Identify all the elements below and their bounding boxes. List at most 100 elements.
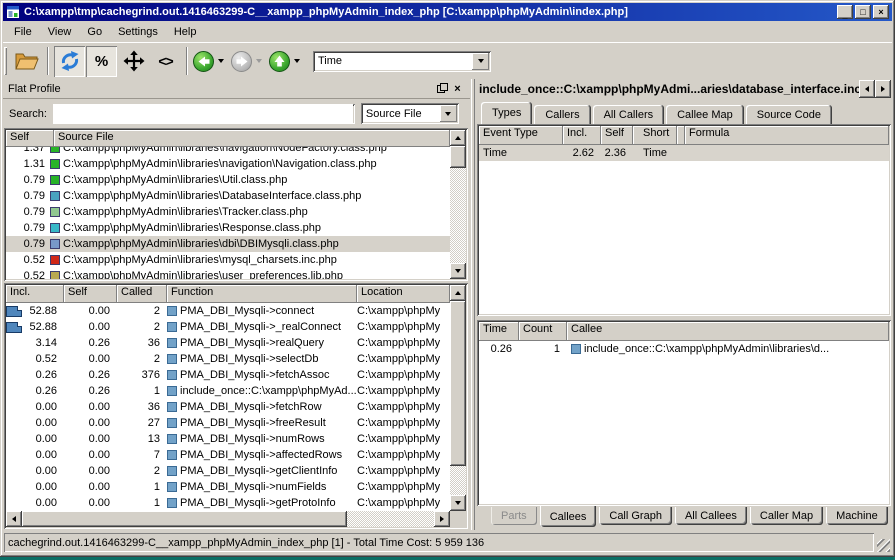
list-item-selected[interactable]: 0.79C:\xampp\phpMyAdmin\libraries\dbi\DB… bbox=[6, 236, 450, 252]
relative-to-parent-button[interactable] bbox=[118, 46, 149, 77]
scroll-left-button[interactable] bbox=[6, 511, 22, 527]
list-item[interactable]: 0.52C:\xampp\phpMyAdmin\libraries\mysql_… bbox=[6, 252, 450, 268]
scroll-up-button[interactable] bbox=[450, 130, 466, 146]
up-button[interactable] bbox=[269, 51, 290, 72]
maximize-button[interactable]: □ bbox=[855, 5, 871, 19]
table-row[interactable]: 0.260.261 include_once::C:\xampp\phpMyAd… bbox=[6, 383, 450, 399]
tab-callees[interactable]: Callees bbox=[540, 506, 597, 527]
menu-settings[interactable]: Settings bbox=[110, 23, 166, 41]
tab-all-callers[interactable]: All Callers bbox=[593, 105, 665, 124]
column-header-self[interactable]: Self bbox=[64, 285, 117, 303]
table-row[interactable]: 0.000.0027 PMA_DBI_Mysqli->freeResult C:… bbox=[6, 415, 450, 431]
table-row[interactable]: 0.000.002 PMA_DBI_Mysqli->getClientInfo … bbox=[6, 463, 450, 479]
tab-scroll-left-button[interactable] bbox=[859, 80, 875, 98]
search-label: Search: bbox=[9, 108, 47, 120]
column-header-event-type[interactable]: Event Type bbox=[479, 126, 563, 145]
search-input[interactable] bbox=[53, 104, 353, 124]
back-button[interactable] bbox=[193, 51, 214, 72]
list-item[interactable]: 0.79C:\xampp\phpMyAdmin\libraries\Databa… bbox=[6, 188, 450, 204]
grouping-combo[interactable]: Source File bbox=[361, 103, 459, 124]
column-header-incl[interactable]: Incl. bbox=[563, 126, 601, 145]
list-item[interactable]: 0.79C:\xampp\phpMyAdmin\libraries\Tracke… bbox=[6, 204, 450, 220]
combo-dropdown-button[interactable] bbox=[440, 105, 457, 122]
column-header-function[interactable]: Function bbox=[167, 285, 357, 303]
table-row[interactable]: 0.000.0013 PMA_DBI_Mysqli->numRows C:\xa… bbox=[6, 431, 450, 447]
tab-types[interactable]: Types bbox=[481, 102, 532, 124]
table-row[interactable]: 0.000.007 PMA_DBI_Mysqli->affectedRows C… bbox=[6, 447, 450, 463]
scrollbar-thumb[interactable] bbox=[450, 146, 466, 168]
up-dropdown[interactable] bbox=[290, 51, 304, 72]
toolbar-handle[interactable] bbox=[4, 47, 7, 75]
resize-grip[interactable] bbox=[877, 539, 890, 552]
scrollbar-horizontal[interactable] bbox=[6, 511, 450, 527]
dock-close-button[interactable]: × bbox=[450, 82, 465, 96]
table-row[interactable]: 3.140.2636 PMA_DBI_Mysqli->realQuery C:\… bbox=[6, 335, 450, 351]
tab-scroll-right-button[interactable] bbox=[875, 80, 891, 98]
list-item[interactable]: 1.31C:\xampp\phpMyAdmin\libraries\naviga… bbox=[6, 156, 450, 172]
tab-call-graph[interactable]: Call Graph bbox=[599, 507, 672, 525]
list-item[interactable]: 0.79C:\xampp\phpMyAdmin\libraries\Respon… bbox=[6, 220, 450, 236]
column-header-location[interactable]: Location bbox=[357, 285, 450, 303]
column-header-source-file[interactable]: Source File bbox=[54, 130, 450, 147]
table-row[interactable]: 0.000.0036 PMA_DBI_Mysqli->fetchRow C:\x… bbox=[6, 399, 450, 415]
close-button[interactable]: × bbox=[873, 5, 889, 19]
scrollbar-thumb[interactable] bbox=[450, 301, 466, 466]
column-header-called[interactable]: Called bbox=[117, 285, 167, 303]
table-row[interactable]: 0.26 1 include_once::C:\xampp\phpMyAdmin… bbox=[479, 341, 889, 357]
menu-help[interactable]: Help bbox=[166, 23, 205, 41]
table-row-selected[interactable]: Time 2.62 2.36 Time bbox=[479, 145, 889, 161]
tab-all-callees[interactable]: All Callees bbox=[675, 507, 747, 525]
table-row[interactable]: 0.000.001 PMA_DBI_Mysqli->getProtoInfo C… bbox=[6, 495, 450, 511]
scrollbar-vertical[interactable] bbox=[450, 285, 466, 511]
tab-source-code[interactable]: Source Code bbox=[746, 105, 832, 124]
forward-button[interactable] bbox=[231, 51, 252, 72]
refresh-icon bbox=[59, 50, 81, 72]
function-icon bbox=[167, 450, 177, 460]
function-icon bbox=[167, 434, 177, 444]
scrollbar-vertical[interactable] bbox=[450, 130, 466, 279]
column-header-self[interactable]: Self bbox=[601, 126, 633, 145]
scroll-down-button[interactable] bbox=[450, 495, 466, 511]
column-header-incl[interactable]: Incl. bbox=[6, 285, 64, 303]
reload-button[interactable] bbox=[54, 46, 85, 77]
scrollbar-thumb[interactable] bbox=[22, 511, 347, 527]
column-header-short[interactable]: Short bbox=[633, 126, 677, 145]
title-bar[interactable]: C:\xampp\tmp\cachegrind.out.1416463299-C… bbox=[3, 3, 892, 21]
column-header-count[interactable]: Count bbox=[519, 322, 567, 341]
table-row[interactable]: 0.000.001 PMA_DBI_Mysqli->numFields C:\x… bbox=[6, 479, 450, 495]
forward-dropdown[interactable] bbox=[252, 51, 266, 72]
list-item[interactable]: 1.37C:\xampp\phpMyAdmin\libraries\naviga… bbox=[6, 147, 450, 156]
list-item[interactable]: 0.52C:\xampp\phpMyAdmin\libraries\user_p… bbox=[6, 268, 450, 279]
table-row[interactable]: 52.88 0.002 PMA_DBI_Mysqli->_realConnect… bbox=[6, 319, 450, 335]
column-header-callee[interactable]: Callee bbox=[567, 322, 889, 341]
panel-splitter[interactable] bbox=[471, 79, 475, 530]
tab-callers[interactable]: Callers bbox=[534, 105, 590, 124]
dock-title-bar[interactable]: Flat Profile × bbox=[3, 79, 470, 99]
list-item[interactable]: 0.79C:\xampp\phpMyAdmin\libraries\Util.c… bbox=[6, 172, 450, 188]
table-row[interactable]: 0.260.26376 PMA_DBI_Mysqli->fetchAssoc C… bbox=[6, 367, 450, 383]
dock-float-button[interactable] bbox=[435, 82, 450, 96]
menu-file[interactable]: File bbox=[6, 23, 40, 41]
column-header-time[interactable]: Time bbox=[479, 322, 519, 341]
scroll-right-button[interactable] bbox=[434, 511, 450, 527]
scroll-up-button[interactable] bbox=[450, 285, 466, 301]
menu-view[interactable]: View bbox=[40, 23, 80, 41]
scroll-down-button[interactable] bbox=[450, 263, 466, 279]
back-dropdown[interactable] bbox=[214, 51, 228, 72]
event-type-combo[interactable]: Time bbox=[313, 51, 491, 72]
detail-tab-bar: Types Callers All Callers Callee Map Sou… bbox=[478, 102, 890, 124]
combo-dropdown-button[interactable] bbox=[472, 53, 489, 70]
relative-percent-button[interactable]: % bbox=[86, 46, 117, 77]
tab-callee-map[interactable]: Callee Map bbox=[666, 105, 744, 124]
column-header-formula[interactable]: Formula bbox=[685, 126, 889, 145]
table-row[interactable]: 52.88 0.002 PMA_DBI_Mysqli->connect C:\x… bbox=[6, 303, 450, 319]
minimize-button[interactable]: _ bbox=[837, 5, 853, 19]
column-header-self[interactable]: Self bbox=[6, 130, 54, 147]
tab-machine[interactable]: Machine bbox=[826, 507, 888, 525]
scroll-right-icon bbox=[440, 516, 444, 522]
tab-caller-map[interactable]: Caller Map bbox=[750, 507, 823, 525]
menu-go[interactable]: Go bbox=[79, 23, 110, 41]
table-row[interactable]: 0.520.002 PMA_DBI_Mysqli->selectDb C:\xa… bbox=[6, 351, 450, 367]
open-file-button[interactable] bbox=[11, 46, 42, 77]
cycle-detection-button[interactable]: <> bbox=[150, 46, 181, 77]
